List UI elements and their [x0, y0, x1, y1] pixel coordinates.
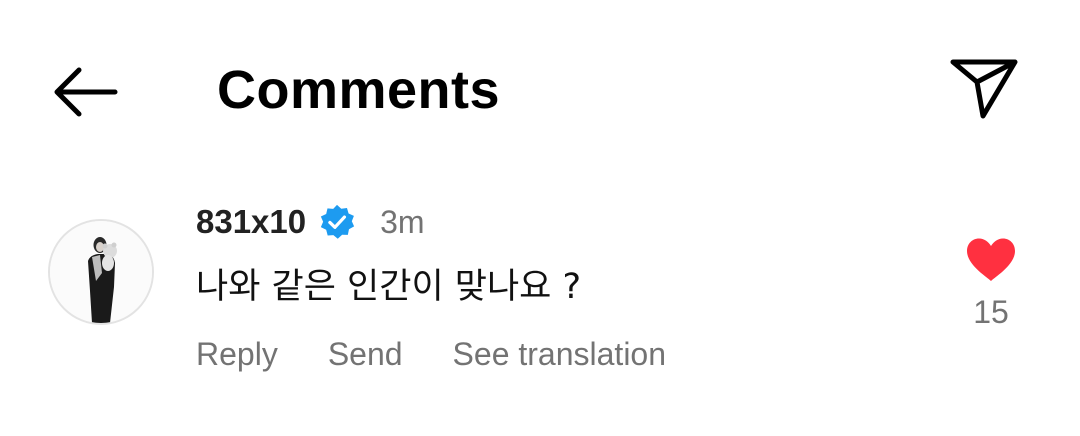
heart-icon — [967, 238, 1015, 281]
comment-item: 831x10 3m 나와 같은 인간이 맞나요 ? Reply Send See… — [0, 190, 1080, 390]
verified-badge-icon — [318, 203, 356, 241]
avatar[interactable] — [48, 219, 154, 325]
reply-button[interactable]: Reply — [196, 334, 278, 374]
user-photo-icon — [50, 221, 152, 323]
share-button[interactable] — [944, 50, 1024, 126]
comment-meta: 831x10 3m — [196, 200, 425, 244]
paper-plane-icon — [950, 59, 1018, 119]
comment-text: 나와 같은 인간이 맞나요 ? — [196, 267, 582, 307]
send-button[interactable]: Send — [328, 334, 403, 374]
username[interactable]: 831x10 — [196, 202, 306, 242]
back-button[interactable] — [44, 60, 124, 124]
like-button[interactable] — [962, 234, 1020, 286]
page-title: Comments — [217, 60, 501, 120]
comment-timestamp: 3m — [380, 204, 425, 240]
see-translation-button[interactable]: See translation — [453, 334, 666, 374]
arrow-left-icon — [54, 67, 118, 117]
like-count: 15 — [973, 294, 1009, 330]
comment-actions: Reply Send See translation — [196, 332, 716, 376]
header: Comments — [0, 0, 1080, 180]
